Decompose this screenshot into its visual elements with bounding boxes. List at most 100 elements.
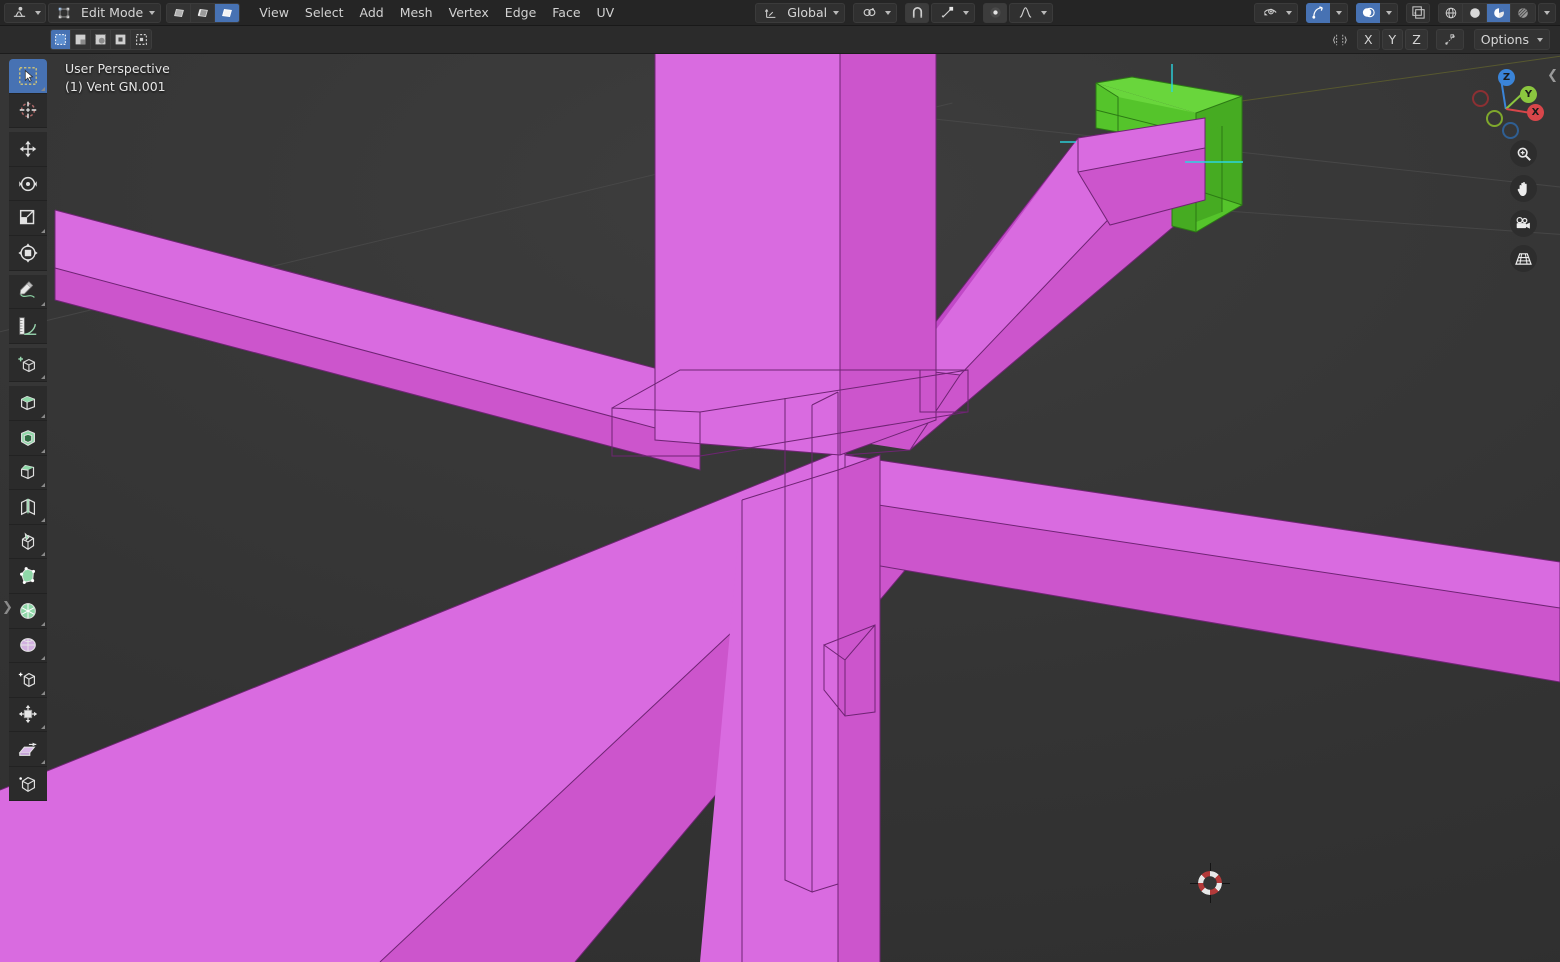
mesh-select-mode-group[interactable] [166, 2, 241, 23]
camera-view-button[interactable] [1510, 210, 1537, 237]
rip-region-tool[interactable] [9, 766, 47, 802]
hand-icon [1516, 180, 1532, 197]
transform-orientation-dropdown[interactable]: Global [755, 2, 846, 23]
move-tool[interactable] [9, 132, 47, 167]
pan-view-button[interactable] [1510, 175, 1537, 202]
sidebar-collapse-arrow-icon[interactable]: ❮ [1547, 68, 1558, 83]
invert-select-mode[interactable] [111, 30, 131, 49]
zoom-view-button[interactable] [1510, 140, 1537, 167]
falloff-dropdown[interactable] [1009, 2, 1054, 23]
viewport-toolbar[interactable] [9, 59, 47, 802]
3d-cursor-icon [17, 99, 39, 121]
show-overlays-toggle[interactable] [1356, 2, 1380, 23]
measure-tool[interactable] [9, 309, 47, 344]
mirror-axis-z[interactable]: Z [1405, 29, 1428, 50]
overlays-dropdown[interactable] [1380, 2, 1398, 23]
select-tool-mode-group[interactable] [50, 29, 152, 50]
menu-edge[interactable]: Edge [498, 2, 543, 24]
gizmo-axis-neg-y[interactable] [1486, 110, 1503, 127]
edge-slide-tool[interactable] [9, 663, 47, 698]
snap-to-dropdown[interactable] [931, 2, 976, 23]
editor-type-button[interactable] [4, 2, 46, 23]
shrink-fatten-tool[interactable] [9, 697, 47, 733]
pivot-point-dropdown[interactable] [853, 2, 898, 23]
viewport-nav-buttons[interactable] [1510, 140, 1537, 272]
scale-icon [17, 207, 39, 229]
tool-expand-corner [41, 413, 45, 418]
tool-expand-corner [41, 552, 45, 557]
rotate-tool[interactable] [9, 166, 47, 202]
spin-icon [17, 600, 39, 622]
loop-cut-icon [17, 496, 39, 518]
extrude-region-tool[interactable] [9, 386, 47, 421]
inset-faces-tool[interactable] [9, 420, 47, 456]
menu-mesh[interactable]: Mesh [393, 2, 440, 24]
spin-tool[interactable] [9, 593, 47, 629]
bevel-tool[interactable] [9, 455, 47, 491]
mirror-axis-group[interactable]: X Y Z [1356, 29, 1428, 50]
vertex-select-mode[interactable] [167, 3, 192, 22]
subtract-select-mode[interactable] [91, 30, 111, 49]
menu-add[interactable]: Add [352, 2, 390, 24]
toggle-orthographic-button[interactable] [1510, 245, 1537, 272]
menu-select[interactable]: Select [298, 2, 351, 24]
scale-tool[interactable] [9, 201, 47, 236]
add-cube-tool[interactable] [9, 347, 47, 383]
auto-merge-toggle[interactable] [1435, 29, 1464, 50]
mirror-options-button[interactable] [1327, 29, 1355, 50]
snap-magnet-toggle[interactable] [905, 2, 930, 23]
menu-vertex[interactable]: Vertex [442, 2, 496, 24]
tweak-tool[interactable] [9, 59, 47, 94]
shear-tool[interactable] [9, 732, 47, 767]
smooth-tool[interactable] [9, 628, 47, 664]
menu-uv[interactable]: UV [590, 2, 622, 24]
menu-view[interactable]: View [252, 2, 296, 24]
gizmo-axis-neg-z[interactable] [1502, 122, 1519, 139]
gizmo-axis-z[interactable]: Z [1498, 69, 1515, 86]
mirror-icon [1333, 33, 1349, 47]
tool-expand-corner [41, 621, 45, 626]
poly-build-tool[interactable] [9, 559, 47, 594]
shading-dropdown[interactable] [1538, 2, 1556, 23]
show-gizmo-toggle[interactable] [1306, 2, 1330, 23]
wireframe-shading[interactable] [1439, 3, 1463, 22]
gizmo-axis-y[interactable]: Y [1520, 86, 1537, 103]
tool-expand-corner [41, 690, 45, 695]
face-select-mode[interactable] [215, 3, 240, 22]
rendered-shading[interactable] [1511, 3, 1535, 22]
gizmo-axis-neg-x[interactable] [1472, 90, 1489, 107]
material-preview-shading[interactable] [1487, 3, 1511, 22]
menu-face[interactable]: Face [545, 2, 587, 24]
navigation-gizmo[interactable]: Z Y X [1468, 62, 1544, 139]
mirror-axis-y[interactable]: Y [1381, 29, 1404, 50]
gizmo-axis-x[interactable]: X [1527, 104, 1544, 121]
extend-select-mode[interactable] [71, 30, 91, 49]
viewport-header[interactable]: Edit Mode View Select Add Mesh Vertex Ed… [0, 0, 1560, 26]
tool-expand-corner [41, 86, 45, 91]
rip-region-icon [17, 773, 39, 795]
chevron-down-icon [1286, 10, 1292, 15]
3d-viewport[interactable]: .f1{fill:#cc55cc;} .f2{fill:#d96be0;} .f… [0, 0, 1560, 962]
interaction-mode-dropdown[interactable]: Edit Mode [48, 2, 162, 23]
annotate-tool[interactable] [9, 274, 47, 310]
tool-settings-header[interactable]: X Y Z Options [0, 26, 1560, 54]
gizmo-dropdown[interactable] [1330, 2, 1348, 23]
knife-tool[interactable] [9, 524, 47, 560]
edge-select-mode[interactable] [191, 3, 216, 22]
transform-tool[interactable] [9, 235, 47, 271]
magnet-icon [910, 5, 925, 20]
intersect-select-mode[interactable] [131, 30, 151, 49]
tweak-select-mode[interactable] [51, 30, 71, 49]
options-dropdown[interactable]: Options [1473, 29, 1550, 50]
tool-expand-corner [41, 483, 45, 488]
proportional-editing-toggle[interactable] [983, 2, 1008, 23]
viewport-shading-group[interactable] [1438, 2, 1536, 23]
cursor-tool[interactable] [9, 93, 47, 129]
mirror-axis-x[interactable]: X [1356, 29, 1380, 50]
object-visibility-dropdown[interactable] [1254, 2, 1298, 23]
loop-cut-tool[interactable] [9, 490, 47, 525]
toolbar-collapse-arrow-icon[interactable]: ❯ [2, 600, 13, 615]
pencil-icon [17, 280, 39, 302]
toggle-xray-button[interactable] [1406, 2, 1430, 23]
solid-shading[interactable] [1463, 3, 1487, 22]
